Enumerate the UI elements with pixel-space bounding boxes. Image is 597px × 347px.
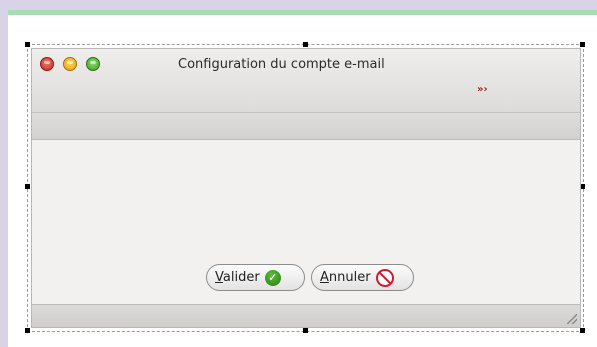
title-marker-icon: »› bbox=[477, 84, 488, 95]
resize-grip-icon[interactable] bbox=[567, 314, 577, 324]
maximize-icon[interactable] bbox=[86, 57, 100, 71]
status-bar bbox=[32, 304, 580, 327]
resize-handle-top-right[interactable] bbox=[580, 42, 585, 47]
validate-button[interactable]: Valider ✓ bbox=[206, 264, 305, 291]
minimize-icon[interactable] bbox=[63, 57, 77, 71]
resize-handle-bottom-left[interactable] bbox=[25, 328, 30, 333]
resize-handle-left[interactable] bbox=[25, 184, 30, 189]
cancel-button[interactable]: Annuler bbox=[311, 264, 414, 291]
content-area bbox=[32, 140, 580, 306]
window-title: Configuration du compte e-mail bbox=[178, 57, 385, 72]
email-account-dialog: Configuration du compte e-mail »› Valide… bbox=[31, 48, 581, 328]
cancel-button-label: Annuler bbox=[320, 270, 371, 285]
resize-handle-top[interactable] bbox=[303, 42, 308, 47]
resize-handle-bottom[interactable] bbox=[303, 328, 308, 333]
resize-handle-bottom-right[interactable] bbox=[580, 328, 585, 333]
validate-button-label: Valider bbox=[215, 270, 260, 285]
cancel-icon bbox=[375, 268, 394, 287]
close-icon[interactable] bbox=[40, 57, 54, 71]
title-bar[interactable]: Configuration du compte e-mail »› bbox=[32, 49, 580, 113]
toolbar bbox=[32, 113, 580, 140]
checkmark-icon: ✓ bbox=[264, 269, 281, 286]
resize-handle-top-left[interactable] bbox=[25, 42, 30, 47]
